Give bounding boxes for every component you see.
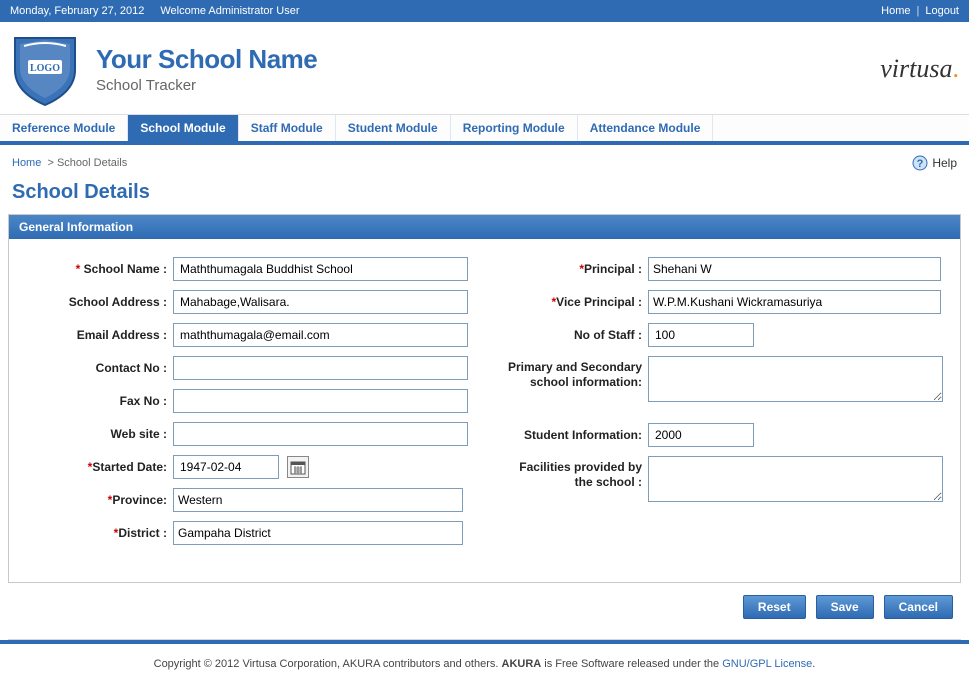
license-link[interactable]: GNU/GPL License [722, 658, 812, 670]
tab-reference-module[interactable]: Reference Module [0, 115, 128, 141]
save-button[interactable]: Save [816, 595, 874, 619]
help-button[interactable]: ? Help [912, 155, 957, 171]
cancel-button[interactable]: Cancel [884, 595, 953, 619]
contact-input[interactable] [173, 356, 468, 380]
top-bar: Monday, February 27, 2012 Welcome Admini… [0, 0, 969, 22]
home-link[interactable]: Home [881, 5, 910, 17]
tab-reporting-module[interactable]: Reporting Module [451, 115, 578, 141]
fax-input[interactable] [173, 389, 468, 413]
date-label: Monday, February 27, 2012 [10, 5, 144, 17]
school-name-heading: Your School Name [96, 44, 317, 75]
calendar-icon[interactable] [287, 456, 309, 478]
label-province: Province: [112, 493, 167, 507]
reset-button[interactable]: Reset [743, 595, 806, 619]
label-school-address: School Address : [69, 295, 167, 309]
vice-principal-select[interactable]: W.P.M.Kushani Wickramasuriya [648, 290, 941, 314]
separator: | [916, 5, 919, 17]
school-address-input[interactable] [173, 290, 468, 314]
label-staff: No of Staff : [574, 328, 642, 342]
help-label: Help [932, 156, 957, 170]
website-input[interactable] [173, 422, 468, 446]
primary-secondary-textarea[interactable] [648, 356, 943, 402]
label-district: District : [118, 526, 167, 540]
panel-header: General Information [9, 215, 960, 239]
app-subtitle: School Tracker [96, 77, 317, 94]
welcome-label: Welcome Administrator User [160, 5, 299, 17]
action-buttons: Reset Save Cancel [0, 583, 969, 631]
label-vice-principal: Vice Principal : [556, 295, 642, 309]
label-student-info: Student Information: [524, 428, 642, 442]
logo-shield-icon: LOGO [10, 30, 80, 108]
started-date-input[interactable] [173, 455, 279, 479]
footer: Copyright © 2012 Virtusa Corporation, AK… [0, 644, 969, 690]
label-primary-secondary: Primary and Secondary school information… [508, 360, 642, 389]
label-facilities: Facilities provided by the school : [519, 460, 642, 489]
logout-link[interactable]: Logout [925, 5, 959, 17]
district-select[interactable]: Gampaha District [173, 521, 463, 545]
principal-select[interactable]: Shehani W [648, 257, 941, 281]
help-icon: ? [912, 155, 928, 171]
student-info-input[interactable] [648, 423, 754, 447]
breadcrumb-home[interactable]: Home [12, 157, 41, 169]
svg-text:?: ? [917, 158, 924, 170]
label-email: Email Address : [77, 328, 167, 342]
tab-school-module[interactable]: School Module [128, 115, 238, 141]
label-principal: Principal : [584, 262, 642, 276]
page-title: School Details [0, 175, 969, 214]
label-website: Web site : [111, 427, 167, 441]
label-started: Started Date: [92, 460, 167, 474]
facilities-textarea[interactable] [648, 456, 943, 502]
tab-student-module[interactable]: Student Module [336, 115, 451, 141]
label-school-name: School Name : [84, 262, 167, 276]
province-select[interactable]: Western [173, 488, 463, 512]
breadcrumb-current: School Details [57, 157, 127, 169]
staff-input[interactable] [648, 323, 754, 347]
email-input[interactable] [173, 323, 468, 347]
vendor-brand: virtusa. [880, 54, 959, 84]
school-name-input[interactable] [173, 257, 468, 281]
svg-text:LOGO: LOGO [30, 63, 60, 74]
tab-attendance-module[interactable]: Attendance Module [578, 115, 714, 141]
label-fax: Fax No : [120, 394, 167, 408]
header: LOGO Your School Name School Tracker vir… [0, 22, 969, 115]
label-contact: Contact No : [96, 361, 167, 375]
main-tabs: Reference Module School Module Staff Mod… [0, 115, 969, 145]
tab-staff-module[interactable]: Staff Module [239, 115, 336, 141]
breadcrumb: Home > School Details [12, 157, 127, 169]
general-info-panel: General Information * School Name : Scho… [8, 214, 961, 583]
